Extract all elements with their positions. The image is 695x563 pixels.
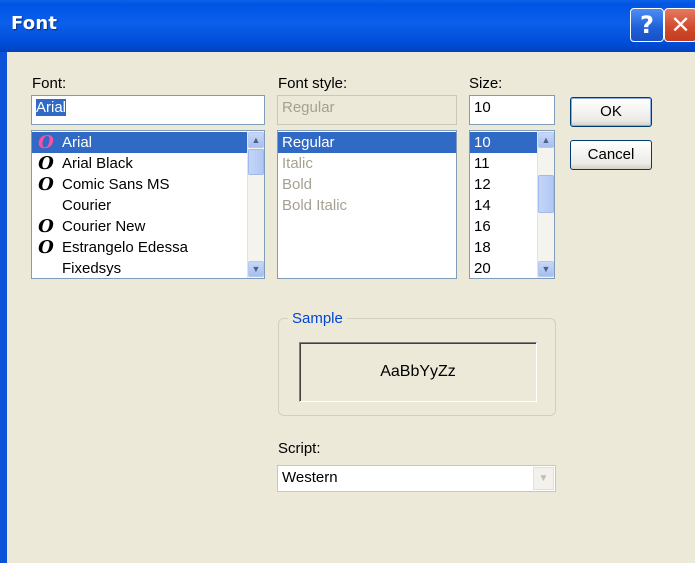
close-icon: ✕ [670,11,691,39]
size-item-label: 12 [474,176,491,193]
size-list[interactable]: 10 11 12 14 16 18 20 ▲ ▼ [469,130,555,279]
font-input[interactable]: Arial [31,95,265,125]
font-list-item[interactable]: O Estrangelo Edessa [32,237,248,258]
font-style-input[interactable]: Regular [277,95,457,125]
font-style-list-item[interactable]: Regular [278,132,456,153]
help-icon: ? [640,11,654,39]
opentype-icon: O [38,174,54,195]
font-list-item[interactable]: O Arial [32,132,248,153]
size-item-label: 18 [474,239,491,256]
scroll-down-icon[interactable]: ▼ [248,261,264,277]
opentype-icon: O [38,132,54,153]
size-list-item[interactable]: 14 [470,195,538,216]
font-style-list-item[interactable]: Italic [278,153,456,174]
size-item-label: 11 [474,155,490,172]
font-list-item[interactable]: O Comic Sans MS [32,174,248,195]
window-frame [0,52,7,563]
opentype-icon: O [38,216,54,237]
font-style-item-label: Regular [282,134,335,151]
size-list-item[interactable]: 18 [470,237,538,258]
font-style-item-label: Bold Italic [282,197,348,214]
size-list-item[interactable]: 20 [470,258,538,278]
ok-button[interactable]: OK [570,97,652,127]
scroll-up-icon[interactable]: ▲ [538,132,554,148]
size-list-item[interactable]: 12 [470,174,538,195]
font-style-item-label: Italic [282,155,313,172]
script-select[interactable]: Western ▼ [277,465,556,492]
size-list-scrollbar[interactable]: ▲ ▼ [537,131,554,278]
font-style-list-item[interactable]: Bold [278,174,456,195]
font-list-item[interactable]: Courier [32,195,248,216]
font-item-label: Comic Sans MS [62,176,170,193]
size-item-label: 16 [474,218,491,235]
size-input[interactable]: 10 [469,95,555,125]
font-item-label: Courier [62,197,112,214]
scroll-down-icon[interactable]: ▼ [538,261,554,277]
font-list-scrollbar[interactable]: ▲ ▼ [247,131,264,278]
size-input-value: 10 [474,99,491,116]
font-input-value: Arial [36,99,67,116]
window-title: Font [11,13,58,34]
font-style-label: Font style: [278,75,348,92]
scroll-thumb[interactable] [248,149,264,175]
font-item-label: Fixedsys [62,260,122,277]
scroll-up-icon[interactable]: ▲ [248,132,264,148]
font-style-input-value: Regular [282,99,335,116]
opentype-icon: O [38,153,54,174]
size-label: Size: [469,75,503,92]
font-list-item[interactable]: Fixedsys [32,258,248,278]
cancel-button[interactable]: Cancel [570,140,652,170]
size-item-label: 14 [474,197,491,214]
scroll-thumb[interactable] [538,175,554,213]
help-button[interactable]: ? [630,8,664,42]
size-list-item[interactable]: 10 [470,132,538,153]
font-item-label: Courier New [62,218,146,235]
sample-preview: AaBbYyZz [299,342,537,402]
font-list[interactable]: O Arial O Arial Black O Comic Sans MS Courier O… [31,130,265,279]
sample-label: Sample [288,310,347,327]
script-label: Script: [278,440,321,457]
opentype-icon: O [38,237,54,258]
font-style-list-item[interactable]: Bold Italic [278,195,456,216]
font-list-item[interactable]: O Arial Black [32,153,248,174]
close-button[interactable]: ✕ [664,8,695,42]
script-select-value: Western [282,469,338,486]
font-style-item-label: Bold [282,176,313,193]
font-label: Font: [32,75,67,92]
chevron-down-icon[interactable]: ▼ [533,467,554,490]
title-bar[interactable]: Font ? ✕ [0,0,695,52]
size-item-label: 10 [474,134,491,151]
font-item-label: Arial [62,134,93,151]
size-item-label: 20 [474,260,491,277]
font-item-label: Estrangelo Edessa [62,239,188,256]
size-list-item[interactable]: 11 [470,153,538,174]
font-item-label: Arial Black [62,155,133,172]
font-list-item[interactable]: O Courier New [32,216,248,237]
size-list-item[interactable]: 16 [470,216,538,237]
font-style-list[interactable]: Regular Italic Bold Bold Italic [277,130,457,279]
